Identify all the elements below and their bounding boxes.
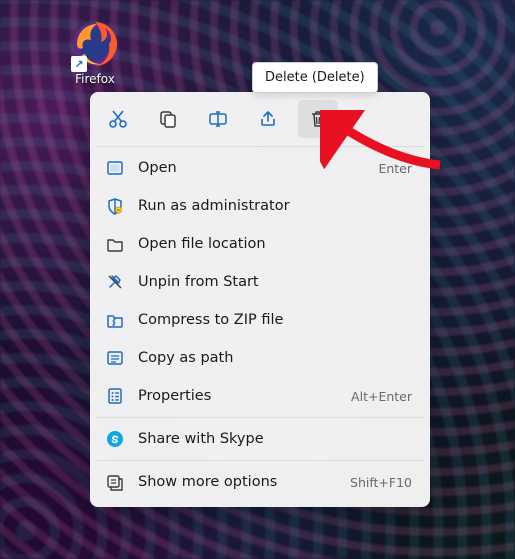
separator: [96, 146, 424, 147]
menu-item-open[interactable]: Open Enter: [96, 149, 424, 187]
shortcut-overlay-icon: ↗: [71, 56, 87, 72]
copy-icon: [158, 109, 178, 129]
separator: [96, 460, 424, 461]
menu-item-shortcut: Shift+F10: [350, 475, 412, 490]
delete-tooltip: Delete (Delete): [252, 62, 378, 93]
menu-item-label: Unpin from Start: [138, 274, 412, 290]
menu-item-label: Show more options: [138, 474, 336, 490]
delete-button[interactable]: [298, 100, 338, 138]
menu-item-open-file-location[interactable]: Open file location: [96, 225, 424, 263]
copypath-icon: [106, 349, 124, 367]
unpin-icon: [106, 273, 124, 291]
menu-item-unpin-from-start[interactable]: Unpin from Start: [96, 263, 424, 301]
menu-item-compress-to-zip-file[interactable]: Compress to ZIP file: [96, 301, 424, 339]
quick-action-row: [96, 98, 424, 144]
rename-button[interactable]: [198, 100, 238, 138]
menu-item-copy-as-path[interactable]: Copy as path: [96, 339, 424, 377]
menu-item-label: Open: [138, 160, 364, 176]
cut-icon: [108, 109, 128, 129]
menu-item-label: Compress to ZIP file: [138, 312, 412, 328]
share-icon: [258, 109, 278, 129]
copypath-icon: [106, 349, 124, 367]
share-button[interactable]: [248, 100, 288, 138]
tooltip-text: Delete (Delete): [265, 70, 365, 85]
menu-item-label: Copy as path: [138, 350, 412, 366]
menu-item-label: Share with Skype: [138, 431, 412, 447]
zip-icon: [106, 311, 124, 329]
menu-item-label: Open file location: [138, 236, 412, 252]
properties-icon: [106, 387, 124, 405]
skype-icon: [106, 430, 124, 448]
copy-button[interactable]: [148, 100, 188, 138]
desktop-shortcut-firefox[interactable]: ↗ Firefox: [55, 20, 135, 86]
more-icon: [106, 473, 124, 491]
menu-item-share-with-skype[interactable]: Share with Skype: [96, 420, 424, 458]
properties-icon: [106, 387, 124, 405]
open-icon: [106, 159, 124, 177]
cut-button[interactable]: [98, 100, 138, 138]
menu-item-run-as-administrator[interactable]: Run as administrator: [96, 187, 424, 225]
context-menu: Open Enter Run as administrator Open file l…: [90, 92, 430, 507]
menu-item-label: Properties: [138, 388, 337, 404]
more-icon: [106, 473, 124, 491]
shield-icon: [106, 197, 124, 215]
menu-item-show-more-options[interactable]: Show more options Shift+F10: [96, 463, 424, 501]
menu-item-label: Run as administrator: [138, 198, 412, 214]
shield-icon: [106, 197, 124, 215]
menu-item-shortcut: Alt+Enter: [351, 389, 412, 404]
rename-icon: [208, 109, 228, 129]
separator: [96, 417, 424, 418]
delete-icon: [308, 109, 328, 129]
open-icon: [106, 159, 124, 177]
menu-item-properties[interactable]: Properties Alt+Enter: [96, 377, 424, 415]
menu-item-shortcut: Enter: [378, 161, 412, 176]
zip-icon: [106, 311, 124, 329]
folder-icon: [106, 235, 124, 253]
unpin-icon: [106, 273, 124, 291]
skype-icon: [106, 430, 124, 448]
desktop-shortcut-label: Firefox: [75, 72, 115, 86]
folder-icon: [106, 235, 124, 253]
